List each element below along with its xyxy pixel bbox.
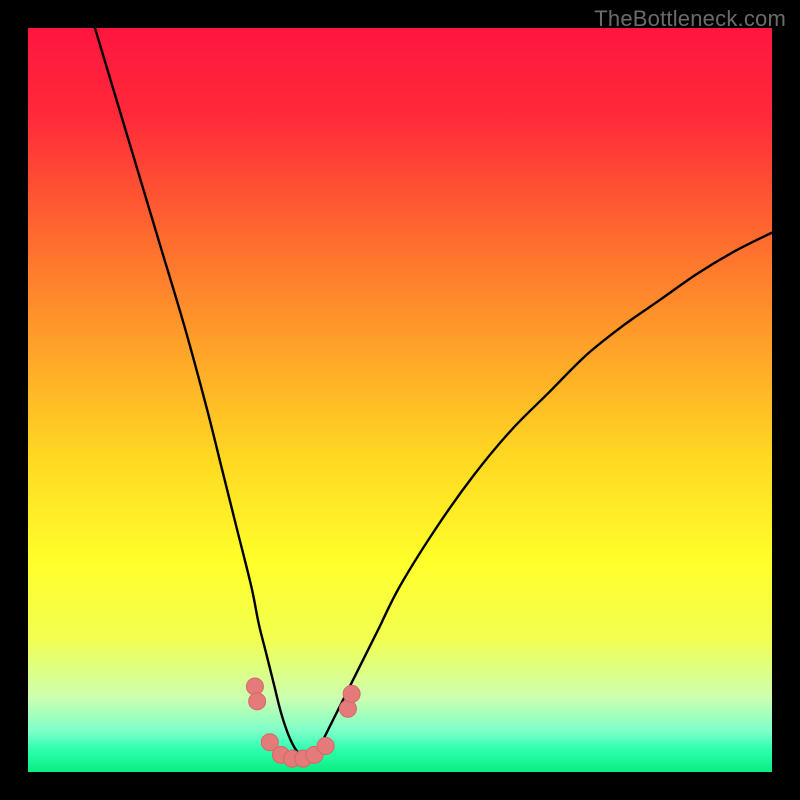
watermark-text: TheBottleneck.com (594, 6, 786, 32)
highlight-marker (249, 693, 266, 710)
chart-frame (28, 28, 772, 772)
highlight-marker (339, 700, 356, 717)
highlight-marker (317, 737, 334, 754)
highlight-marker (246, 678, 263, 695)
bottleneck-chart (28, 28, 772, 772)
chart-background (28, 28, 772, 772)
highlight-marker (343, 685, 360, 702)
